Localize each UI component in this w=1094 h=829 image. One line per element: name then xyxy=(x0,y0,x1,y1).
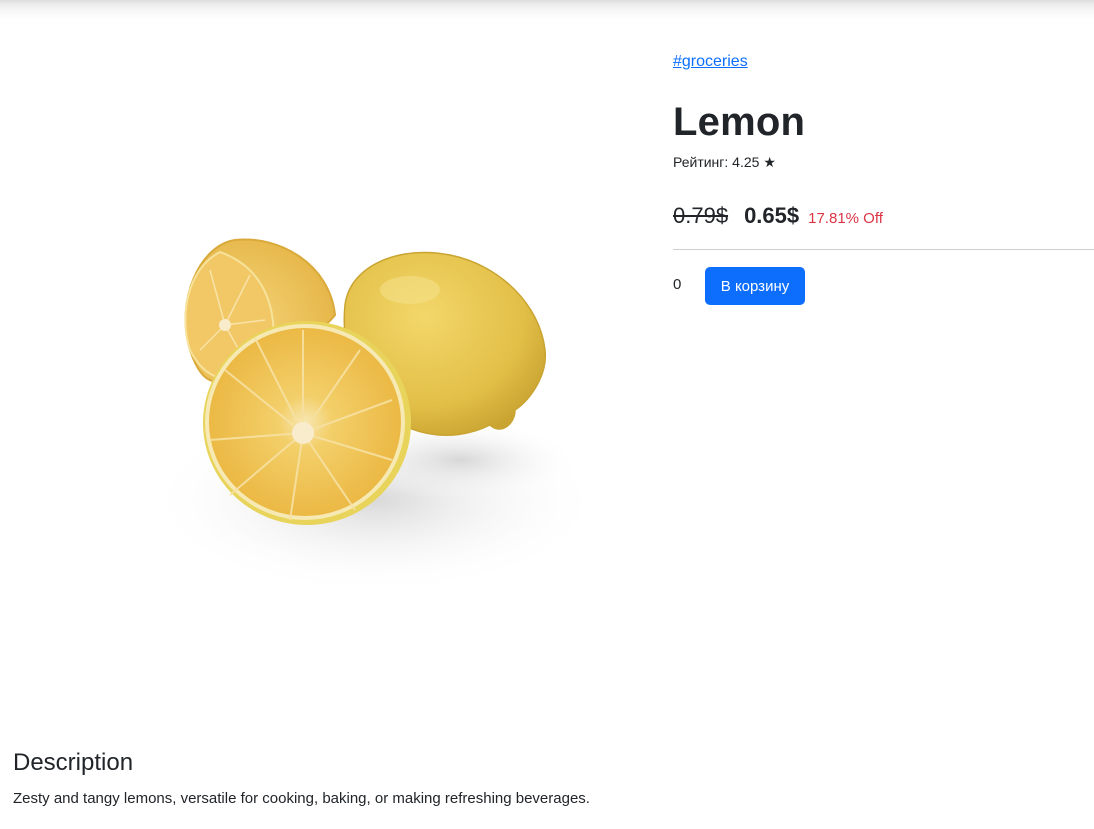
product-rating: Рейтинг: 4.25 ★ xyxy=(673,154,776,170)
description-heading: Description xyxy=(13,749,134,776)
product-title: Lemon xyxy=(673,100,806,144)
old-price: 0.79$ xyxy=(673,203,729,228)
price-row: 0.79$ 0.65$ 17.81% Off xyxy=(673,203,883,229)
discount-badge: 17.81% Off xyxy=(808,210,883,227)
new-price: 0.65$ xyxy=(744,203,800,228)
category-link[interactable]: #groceries xyxy=(673,53,748,71)
description-text: Zesty and tangy lemons, versatile for co… xyxy=(13,790,590,807)
divider xyxy=(673,249,1094,250)
product-image xyxy=(145,238,605,595)
navbar-shadow xyxy=(0,0,1094,20)
cart-quantity: 0 xyxy=(673,276,682,293)
add-to-cart-button[interactable]: В корзину xyxy=(705,267,805,305)
